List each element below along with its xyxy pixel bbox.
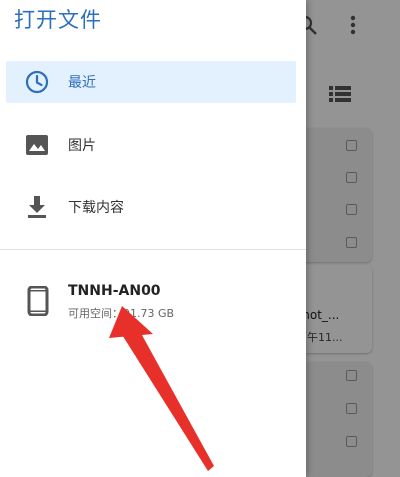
phone-icon [27, 286, 49, 316]
clock-icon [24, 69, 50, 95]
nav-item-downloads[interactable]: 下载内容 [6, 186, 296, 228]
nav-item-label: 图片 [68, 138, 96, 154]
storage-device-item[interactable]: TNNH-AN00 可用空间：91.73 GB [6, 276, 296, 328]
image-icon [24, 132, 50, 158]
navigation-drawer: 打开文件 最近 图片 下载内容 TNNH-AN00 可用空间：91.73 GB [0, 0, 306, 477]
nav-item-label: 下载内容 [68, 200, 124, 216]
drawer-title: 打开文件 [14, 8, 102, 32]
device-storage: 可用空间：91.73 GB [68, 307, 175, 320]
download-icon [24, 194, 50, 220]
nav-item-label: 最近 [68, 75, 96, 91]
divider [0, 249, 306, 250]
device-name: TNNH-AN00 [68, 283, 161, 299]
nav-item-images[interactable]: 图片 [6, 124, 296, 166]
screen: shot_... 下午11... 打开文件 最近 图片 下载内容 TNNH-AN… [0, 0, 400, 477]
nav-item-recent[interactable]: 最近 [6, 61, 296, 103]
